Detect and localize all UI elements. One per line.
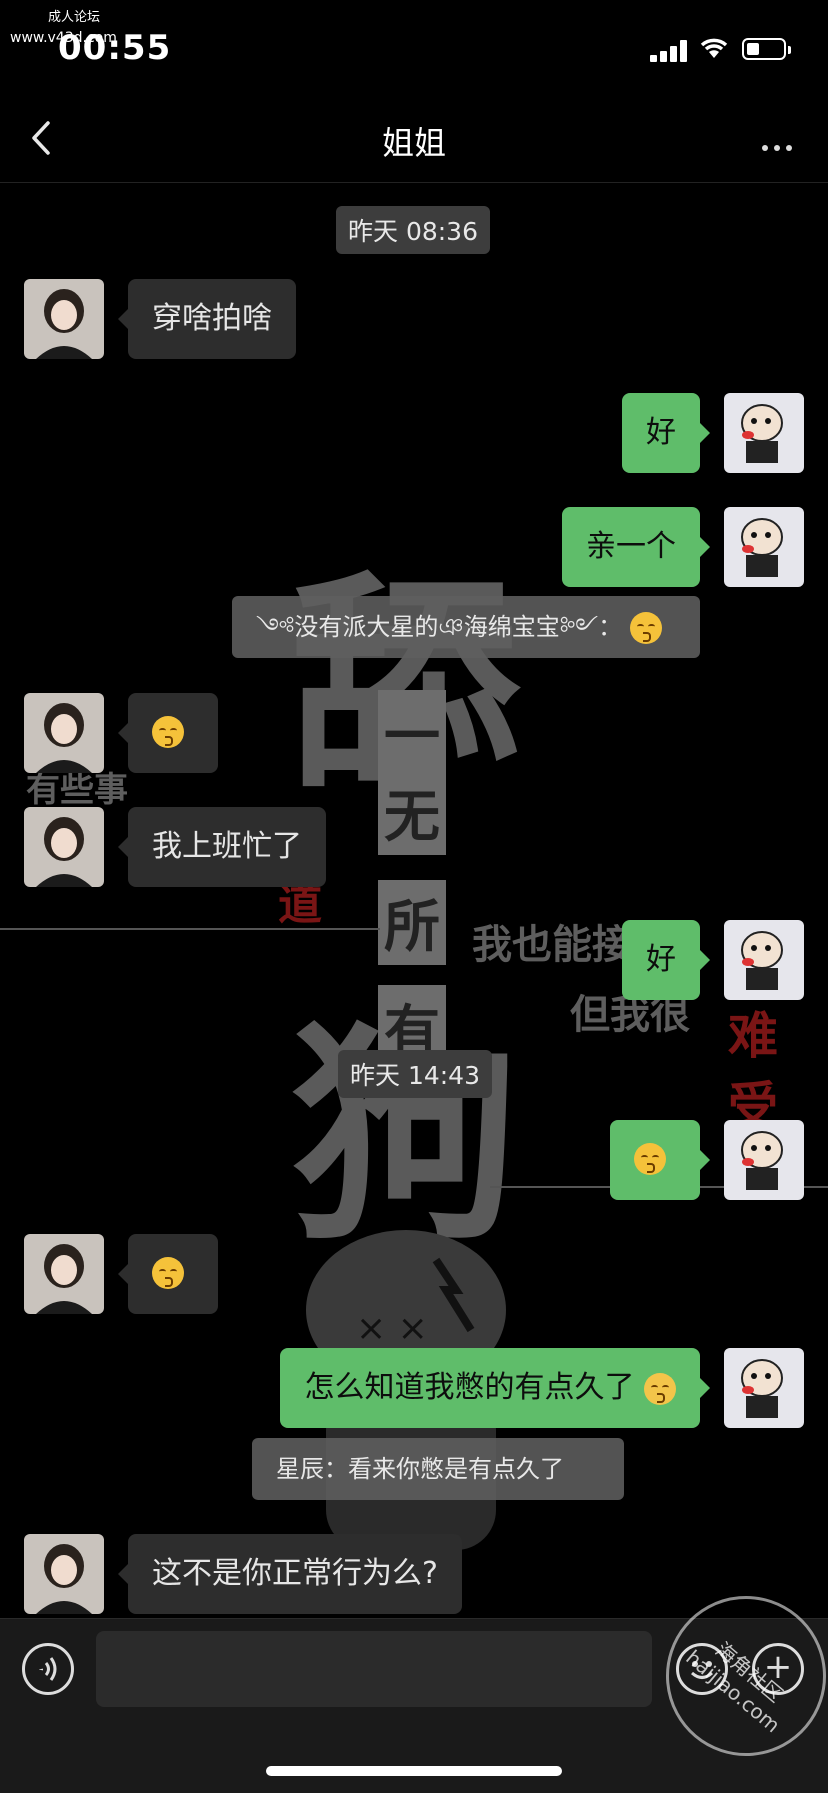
signal-icon [650,40,690,62]
quoted-message[interactable]: 星辰：看来你憋是有点久了 [252,1438,624,1500]
message-bubble-sent[interactable] [610,1120,710,1200]
avatar[interactable] [724,1348,804,1428]
quoted-message[interactable]: ༺没有派大星的ঞ海绵宝宝༻： [232,596,700,658]
kiss-emoji-icon [152,715,184,748]
battery-icon [742,38,791,60]
wallpaper-text: 难 [728,1006,778,1065]
avatar[interactable] [24,279,104,359]
message-bubble-received[interactable]: 穿啥拍啥 [118,279,296,359]
more-dots-icon[interactable] [756,136,792,155]
message-bubble-received[interactable]: 这不是你正常行为么? [118,1534,462,1614]
wallpaper-char: 一 [378,690,446,775]
kiss-emoji-icon [152,1256,184,1289]
smirk-emoji-icon [644,1372,676,1405]
wifi-icon [698,34,730,64]
message-bubble-sent[interactable]: 亲一个 [562,507,710,587]
chat-title: 姐姐 [381,124,446,162]
message-bubble-sent[interactable]: 好 [622,920,710,1000]
avatar[interactable] [724,507,804,587]
message-bubble-received[interactable] [118,693,218,773]
message-text: 怎么知道我憋的有点久了 [304,1370,635,1405]
svg-text:× ×: × × [356,1308,428,1349]
avatar[interactable] [24,693,104,773]
timestamp-divider: 昨天 14:43 [338,1050,492,1098]
status-time: 00:55 [58,28,172,68]
voice-icon[interactable] [22,1643,74,1695]
wallpaper-line [0,928,380,930]
message-input[interactable] [96,1631,652,1707]
message-bubble-received[interactable]: 我上班忙了 [118,807,326,887]
message-bubble-sent[interactable]: 怎么知道我憋的有点久了 [280,1348,710,1428]
timestamp-divider: 昨天 08:36 [336,206,490,254]
wallpaper-char: 所 [378,880,446,965]
quote-text: ༺没有派大星的ঞ海绵宝宝༻： [256,613,623,641]
chat-header: 姐姐 [0,90,828,183]
message-bubble-sent[interactable]: 好 [622,393,710,473]
avatar[interactable] [724,920,804,1000]
avatar[interactable] [24,807,104,887]
avatar[interactable] [724,1120,804,1200]
wallpaper-char: 无 [378,770,446,855]
message-bubble-received[interactable] [118,1234,218,1314]
avatar[interactable] [24,1534,104,1614]
home-indicator[interactable] [266,1766,562,1776]
watermark-top: 成人论坛 [48,10,101,25]
avatar[interactable] [24,1234,104,1314]
kiss-emoji-icon [629,612,662,644]
kiss-emoji-icon [634,1142,666,1175]
avatar[interactable] [724,393,804,473]
